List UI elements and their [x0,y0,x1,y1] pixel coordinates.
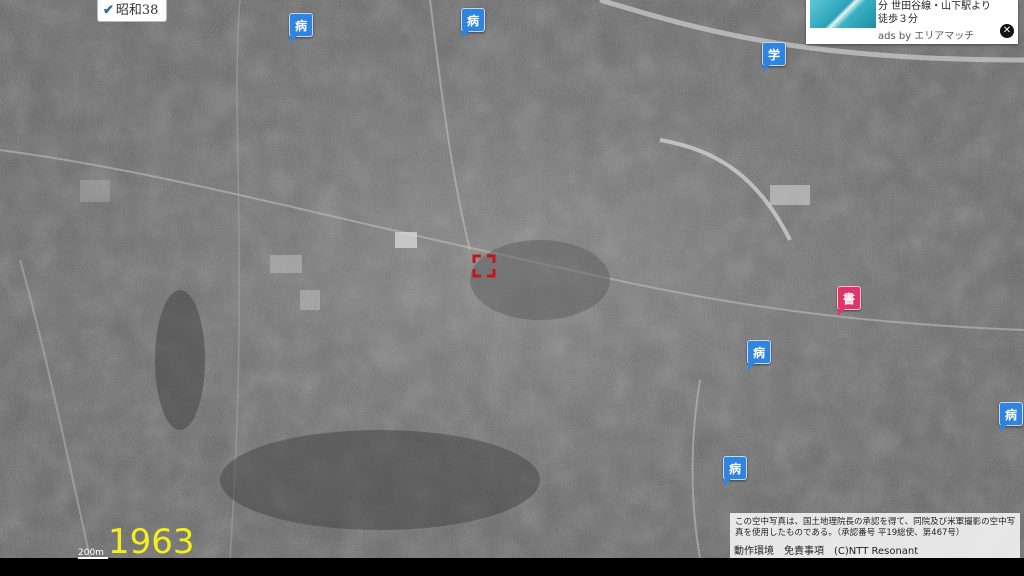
ad-thumbnail-image[interactable] [810,0,876,28]
year-overlay: 1963 [108,522,195,562]
ad-source-label: ads by エリアマッチ [878,31,975,42]
era-toggle-button[interactable]: ✔ 昭和38 [97,0,168,22]
link-disclaimer[interactable]: 免責事項 [784,546,824,557]
close-icon[interactable]: ✕ [1000,24,1014,38]
link-environment[interactable]: 動作環境 [734,546,774,557]
library-marker[interactable]: 書 [837,286,861,316]
aerial-photo-texture [0,0,1024,558]
hospital-marker[interactable]: 病 [723,456,747,486]
school-marker[interactable]: 学 [762,42,786,72]
checkmark-icon: ✔ [103,3,114,18]
credit-notice: この空中写真は、国土地理院長の承認を得て、同院及び米軍撮影の空中写真を使用したも… [735,517,1016,538]
map-center-crosshair-icon [472,254,496,278]
hospital-marker[interactable]: 病 [999,402,1023,432]
footer-links: 動作環境 免責事項 (C)NTT Resonant [734,542,928,557]
copyright-text: (C)NTT Resonant [834,546,919,557]
hospital-marker[interactable]: 病 [461,8,485,38]
map-scale: 200m [78,548,108,559]
hospital-marker[interactable]: 病 [747,340,771,370]
aerial-photo-map[interactable] [0,0,1024,558]
era-label: 昭和38 [115,3,159,18]
ad-text[interactable]: 分 世田谷線・山下駅より徒歩３分 [878,0,998,26]
hospital-marker[interactable]: 病 [289,13,313,43]
scale-bar [78,557,108,559]
advertisement-banner[interactable]: 分 世田谷線・山下駅より徒歩３分 ads by エリアマッチ ✕ [806,0,1018,44]
